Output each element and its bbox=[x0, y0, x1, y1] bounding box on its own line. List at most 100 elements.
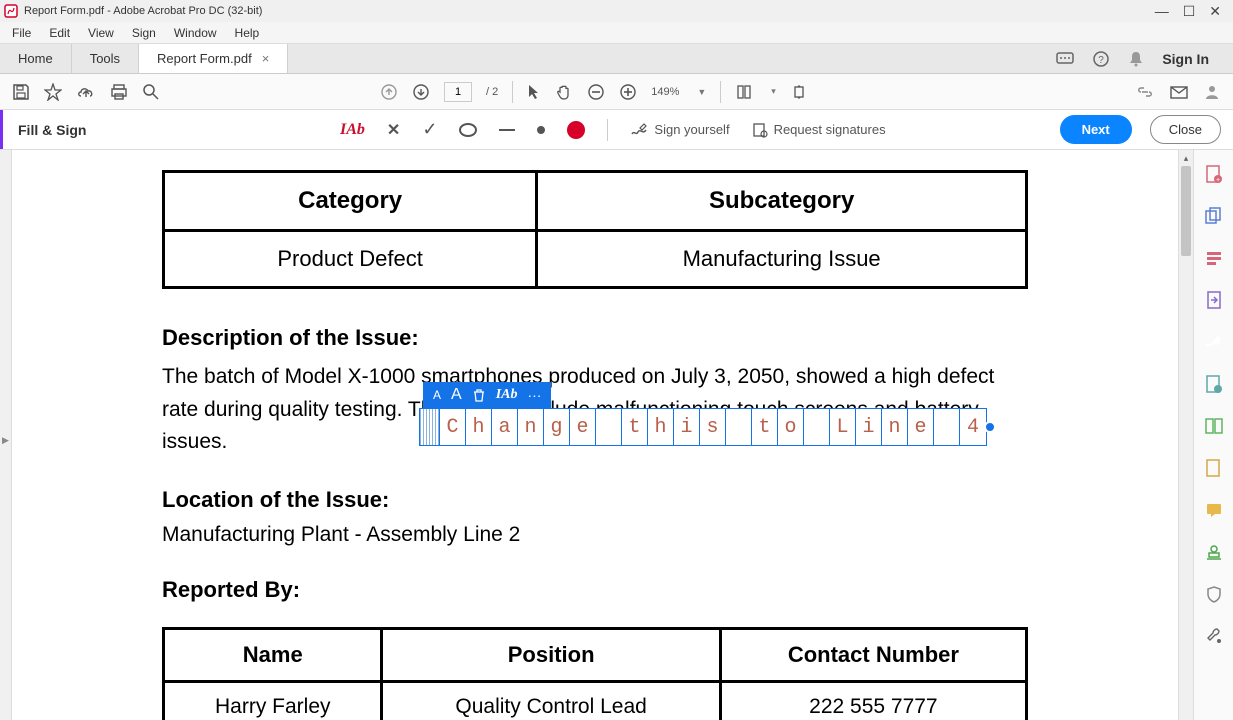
document-viewport[interactable]: Category Subcategory Product Defect Manu… bbox=[12, 150, 1178, 720]
comb-cell[interactable]: t bbox=[752, 409, 778, 445]
person-icon[interactable] bbox=[1203, 83, 1221, 101]
menu-view[interactable]: View bbox=[80, 24, 122, 42]
zoom-level-label[interactable]: 149% bbox=[651, 86, 679, 98]
comb-cell[interactable] bbox=[934, 409, 960, 445]
comb-resize-handle[interactable] bbox=[984, 421, 996, 433]
comb-cells[interactable]: ChangethistoLine4 bbox=[419, 408, 987, 446]
fs-separator bbox=[607, 119, 608, 141]
scroll-up-button[interactable]: ▴ bbox=[1179, 150, 1193, 166]
menu-edit[interactable]: Edit bbox=[41, 24, 78, 42]
zoom-in-icon[interactable] bbox=[619, 83, 637, 101]
comb-cell[interactable]: h bbox=[648, 409, 674, 445]
request-esign-icon[interactable] bbox=[1204, 374, 1224, 394]
star-icon[interactable] bbox=[44, 83, 62, 101]
comb-cell[interactable]: h bbox=[466, 409, 492, 445]
page-number-input[interactable]: 1 bbox=[444, 82, 472, 102]
comb-cell[interactable]: t bbox=[622, 409, 648, 445]
print-icon[interactable] bbox=[110, 83, 128, 101]
comb-cell[interactable] bbox=[420, 409, 440, 445]
left-panel-gutter[interactable]: ▶ bbox=[0, 150, 12, 720]
close-window-button[interactable]: ✕ bbox=[1209, 3, 1221, 20]
dot-tool[interactable] bbox=[537, 126, 545, 134]
edit-pdf-icon[interactable] bbox=[1204, 248, 1224, 268]
comb-cell[interactable]: e bbox=[908, 409, 934, 445]
search-icon[interactable] bbox=[142, 83, 160, 101]
sign-yourself-button[interactable]: Sign yourself bbox=[630, 122, 729, 138]
zoom-out-icon[interactable] bbox=[587, 83, 605, 101]
vertical-scrollbar[interactable]: ▴ bbox=[1178, 150, 1193, 720]
menu-window[interactable]: Window bbox=[166, 24, 225, 42]
close-button[interactable]: Close bbox=[1150, 115, 1221, 144]
more-tools-icon[interactable] bbox=[1204, 626, 1224, 646]
help-icon[interactable]: ? bbox=[1092, 50, 1110, 68]
menu-file[interactable]: File bbox=[4, 24, 39, 42]
maximize-button[interactable]: ☐ bbox=[1183, 3, 1196, 20]
line-tool[interactable] bbox=[499, 129, 515, 131]
comb-cell[interactable]: o bbox=[778, 409, 804, 445]
comb-text-field[interactable]: A A IAb ··· ChangethistoLine4 bbox=[419, 382, 987, 446]
export-pdf-icon[interactable] bbox=[1204, 290, 1224, 310]
increase-text-size-button[interactable]: A bbox=[451, 386, 462, 404]
decrease-text-size-button[interactable]: A bbox=[433, 388, 441, 402]
create-pdf-icon[interactable]: + bbox=[1204, 164, 1224, 184]
sign-in-button[interactable]: Sign In bbox=[1162, 51, 1209, 67]
link-share-icon[interactable] bbox=[1135, 84, 1155, 100]
organize-pages-icon[interactable] bbox=[1204, 416, 1224, 436]
fill-sign-bar: Fill & Sign IAb ✕ ✓ Sign yourself Reques… bbox=[0, 110, 1233, 150]
comb-cell[interactable]: e bbox=[570, 409, 596, 445]
right-tool-rail: + bbox=[1193, 150, 1233, 720]
email-icon[interactable] bbox=[1169, 84, 1189, 100]
compress-pdf-icon[interactable] bbox=[1204, 458, 1224, 478]
bell-icon[interactable] bbox=[1128, 50, 1144, 68]
selection-tool-icon[interactable] bbox=[527, 83, 541, 101]
comb-cell[interactable]: n bbox=[518, 409, 544, 445]
text-style-button[interactable]: IAb bbox=[496, 387, 518, 403]
fill-sign-rail-icon[interactable] bbox=[1204, 332, 1224, 352]
checkmark-tool[interactable]: ✓ bbox=[422, 119, 437, 140]
page-down-icon[interactable] bbox=[412, 83, 430, 101]
comb-cell[interactable]: s bbox=[700, 409, 726, 445]
cloud-up-icon[interactable] bbox=[76, 83, 96, 101]
tab-document[interactable]: Report Form.pdf × bbox=[139, 44, 288, 73]
fit-dropdown-icon[interactable]: ▾ bbox=[771, 86, 776, 97]
request-signatures-button[interactable]: Request signatures bbox=[752, 122, 886, 138]
add-text-tool[interactable]: IAb bbox=[340, 121, 365, 139]
page-up-icon[interactable] bbox=[380, 83, 398, 101]
protect-icon[interactable] bbox=[1204, 584, 1224, 604]
next-button[interactable]: Next bbox=[1060, 115, 1132, 144]
tab-tools[interactable]: Tools bbox=[72, 44, 139, 73]
comb-cell[interactable]: i bbox=[674, 409, 700, 445]
comment-icon[interactable] bbox=[1204, 500, 1224, 520]
fit-width-icon[interactable] bbox=[735, 83, 753, 101]
minimize-button[interactable]: — bbox=[1155, 3, 1169, 19]
comb-cell[interactable]: a bbox=[492, 409, 518, 445]
comb-cell[interactable] bbox=[804, 409, 830, 445]
comb-cell[interactable]: i bbox=[856, 409, 882, 445]
comb-cell[interactable] bbox=[726, 409, 752, 445]
combine-files-icon[interactable] bbox=[1204, 206, 1224, 226]
comb-cell[interactable]: L bbox=[830, 409, 856, 445]
cross-tool[interactable]: ✕ bbox=[387, 120, 400, 140]
zoom-dropdown-icon[interactable]: ▼ bbox=[697, 87, 706, 97]
circle-tool[interactable] bbox=[459, 123, 477, 137]
save-icon[interactable] bbox=[12, 83, 30, 101]
tab-close-icon[interactable]: × bbox=[262, 51, 270, 66]
reported-by-heading: Reported By: bbox=[162, 577, 1028, 603]
stamp-icon[interactable] bbox=[1204, 542, 1224, 562]
delete-field-icon[interactable] bbox=[472, 388, 486, 402]
expand-panel-icon[interactable]: ▶ bbox=[2, 435, 9, 446]
scroll-thumb[interactable] bbox=[1181, 166, 1191, 256]
chat-icon[interactable] bbox=[1056, 50, 1074, 68]
menu-sign[interactable]: Sign bbox=[124, 24, 164, 42]
color-tool[interactable] bbox=[567, 121, 585, 139]
tab-home[interactable]: Home bbox=[0, 44, 72, 73]
comb-cell[interactable]: n bbox=[882, 409, 908, 445]
more-options-button[interactable]: ··· bbox=[527, 387, 541, 403]
scroll-mode-icon[interactable] bbox=[790, 83, 808, 101]
menu-help[interactable]: Help bbox=[227, 24, 268, 42]
comb-cell[interactable]: 4 bbox=[960, 409, 986, 445]
comb-cell[interactable]: C bbox=[440, 409, 466, 445]
hand-tool-icon[interactable] bbox=[555, 83, 573, 101]
comb-cell[interactable] bbox=[596, 409, 622, 445]
comb-cell[interactable]: g bbox=[544, 409, 570, 445]
